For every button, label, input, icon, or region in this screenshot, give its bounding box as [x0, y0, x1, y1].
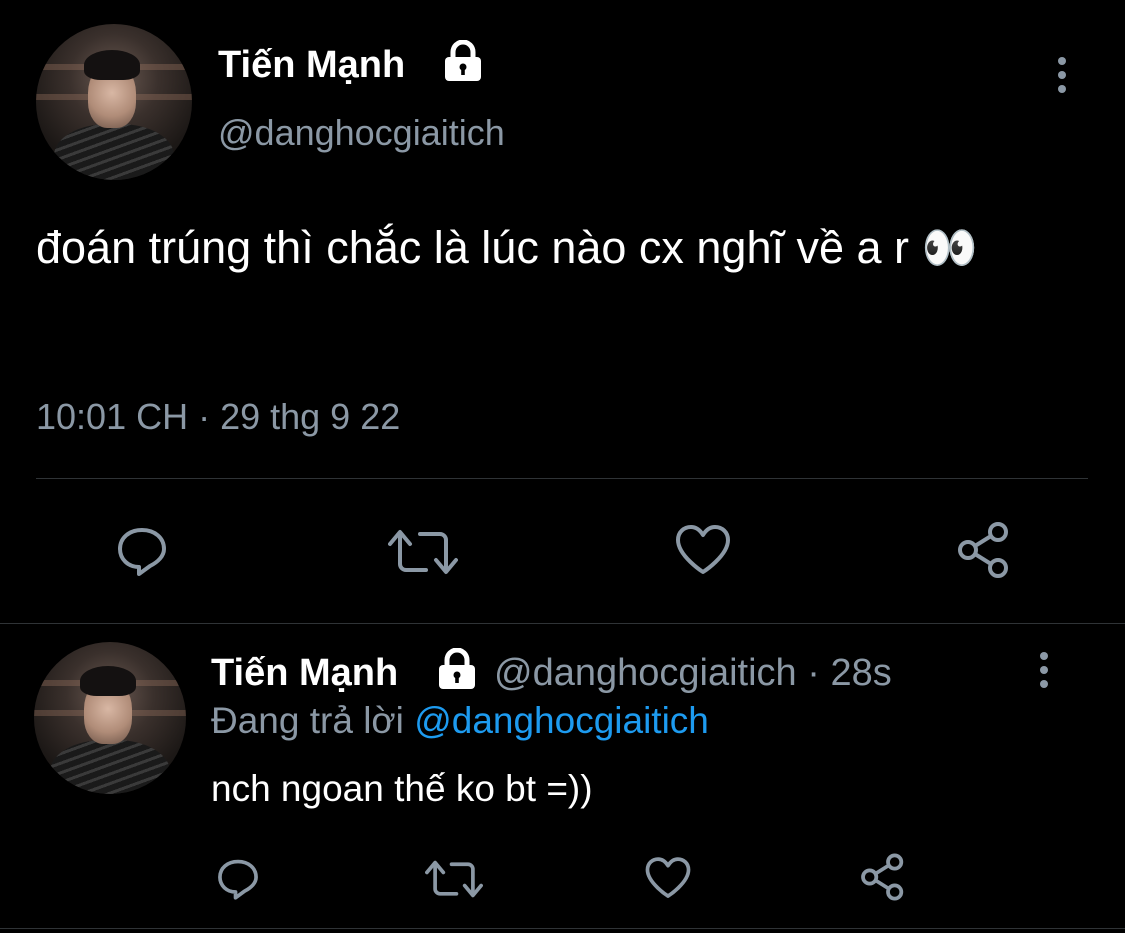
author-name[interactable]: Tiến Mạnh	[218, 44, 405, 87]
section-divider	[0, 623, 1125, 624]
reply-time-ago[interactable]: 28s	[830, 652, 891, 694]
meta-separator: ·	[807, 652, 820, 694]
reply-author-name[interactable]: Tiến Mạnh	[211, 652, 398, 695]
avatar[interactable]	[36, 24, 192, 180]
reply-handle-text[interactable]: @danghocgiaitich	[494, 652, 797, 694]
lock-icon	[445, 40, 481, 81]
divider	[36, 478, 1088, 479]
lock-icon	[439, 648, 475, 689]
reply-icon[interactable]	[114, 522, 170, 578]
retweet-icon[interactable]	[425, 856, 483, 902]
more-options-icon[interactable]	[1057, 57, 1067, 93]
share-icon[interactable]	[954, 520, 1014, 580]
tweet-text: đoán trúng thì chắc là lúc nào cx nghĩ v…	[36, 222, 978, 273]
reply-icon[interactable]	[215, 855, 261, 901]
like-icon[interactable]	[644, 855, 692, 901]
replying-to-prefix: Đang trả lời	[211, 700, 404, 741]
share-icon[interactable]	[858, 852, 908, 902]
retweet-icon[interactable]	[388, 524, 458, 580]
replying-to-mention[interactable]: @danghocgiaitich	[414, 700, 709, 741]
tweet-timestamp[interactable]: 10:01 CH · 29 thg 9 22	[36, 396, 400, 438]
reply-author-handle[interactable]: @danghocgiaitich · 28s	[494, 652, 892, 695]
reply-text: nch ngoan thế ko bt =))	[211, 768, 593, 809]
reply-avatar[interactable]	[34, 642, 186, 794]
replying-to: Đang trả lời @danghocgiaitich	[211, 700, 709, 742]
bottom-divider	[0, 928, 1125, 929]
reply-more-options-icon[interactable]	[1039, 652, 1049, 688]
author-handle[interactable]: @danghocgiaitich	[218, 112, 505, 154]
like-icon[interactable]	[674, 522, 732, 578]
